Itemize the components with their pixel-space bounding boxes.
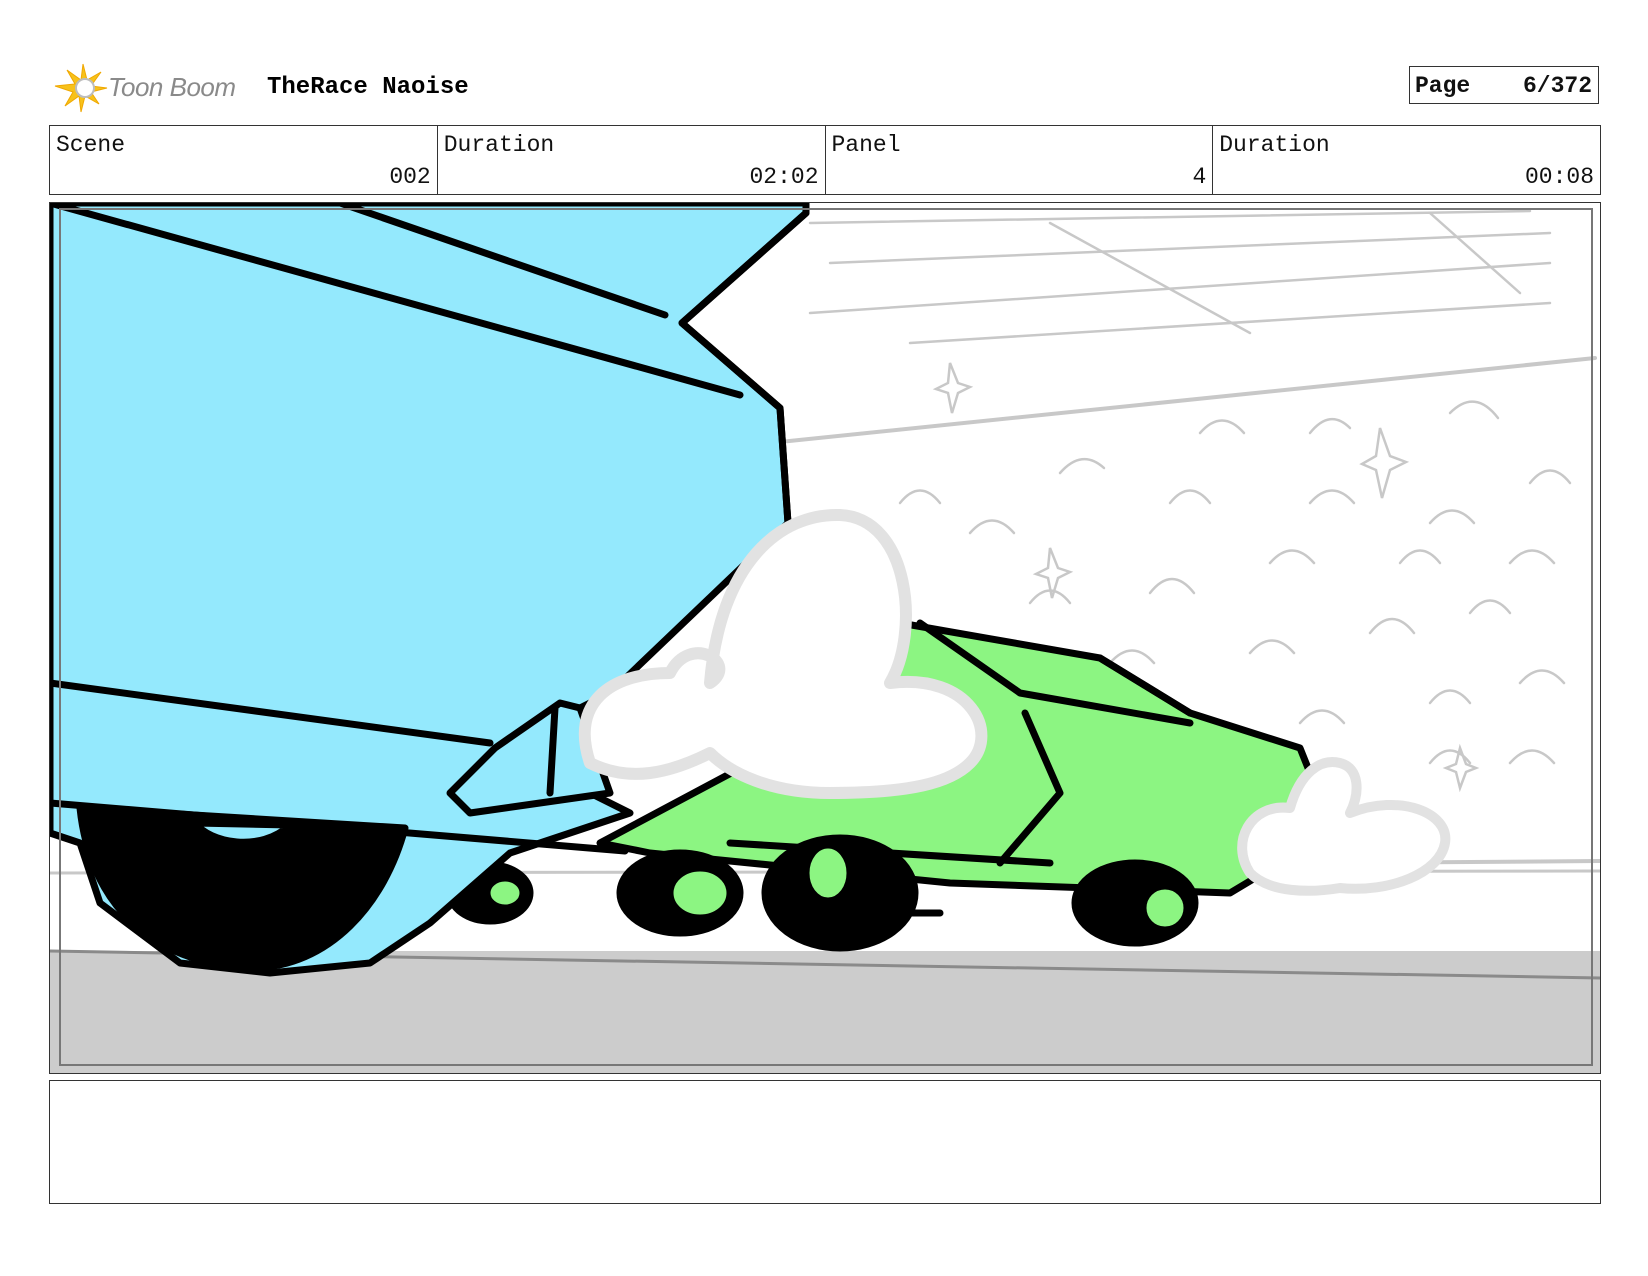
page-label: Page xyxy=(1415,73,1471,99)
scene-duration-label: Duration xyxy=(443,132,555,158)
panel-notes-box[interactable] xyxy=(49,1080,1601,1204)
scene-value: 002 xyxy=(389,164,431,190)
page-header: Toon Boom TheRace Naoise Page 6/372 xyxy=(50,56,1600,116)
scene-info-row: Scene 002 Duration 02:02 Panel 4 Duratio… xyxy=(49,125,1601,195)
brand-name: Toon Boom xyxy=(108,72,236,102)
page-indicator: Page 6/372 xyxy=(1409,66,1599,104)
project-title: TheRace Naoise xyxy=(267,74,469,101)
panel-drawing xyxy=(50,203,1600,1073)
panel-value: 4 xyxy=(1192,164,1207,190)
panel-label: Panel xyxy=(831,132,901,158)
scene-duration-cell: Duration 02:02 xyxy=(438,126,826,194)
panel-cell: Panel 4 xyxy=(826,126,1214,194)
toon-boom-logo-icon xyxy=(54,63,108,113)
scene-label: Scene xyxy=(56,132,126,158)
panel-duration-cell: Duration 00:08 xyxy=(1213,126,1600,194)
panel-duration-label: Duration xyxy=(1219,132,1330,158)
scene-duration-value: 02:02 xyxy=(749,164,819,190)
page-number: 6/372 xyxy=(1522,73,1592,99)
panel-duration-value: 00:08 xyxy=(1524,164,1594,190)
storyboard-panel[interactable] xyxy=(49,202,1601,1074)
scene-cell: Scene 002 xyxy=(50,126,438,194)
